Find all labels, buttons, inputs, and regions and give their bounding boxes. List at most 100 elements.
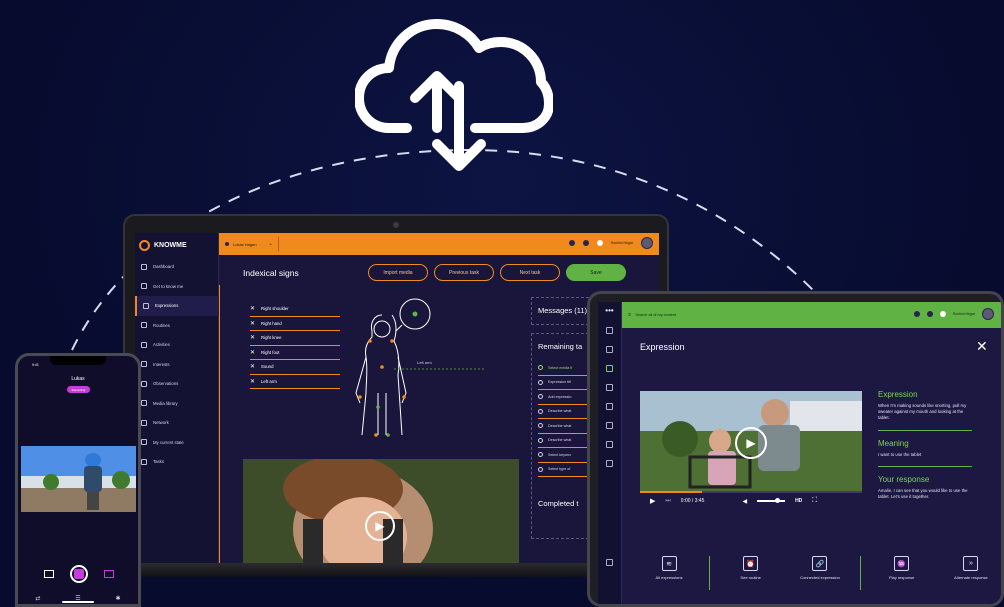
sign-row[interactable]: ✕ Left arm [250,375,340,389]
nav-item-routines[interactable]: Routines [135,316,219,336]
check-icon [538,423,543,429]
remove-icon[interactable]: ✕ [250,334,255,341]
import-media-button[interactable]: Import media [368,264,428,281]
search-icon[interactable]: ⌕ [628,312,631,319]
remove-icon[interactable]: ✕ [250,363,255,370]
chat-icon[interactable] [582,240,589,246]
volume-slider[interactable] [757,498,786,503]
sign-row[interactable]: ✕ Sound [250,360,340,375]
media-icon [141,400,147,407]
page-title: Indexical signs [243,268,299,278]
logo-ring-icon [139,239,150,251]
fullscreen-icon[interactable]: ⛶ [812,497,817,505]
nav-item-dashboard[interactable]: Dashboard [135,257,219,277]
alternate-response-button[interactable]: » Alternate response [942,556,1000,596]
top-user-name[interactable]: Roshini Hegar [611,241,633,245]
camera-icon[interactable] [606,559,613,566]
sign-row[interactable]: ✕ Right foot [250,346,340,360]
tablet-action-bar: ≋ All expressions ⏰ See routine 🔗 Connected… [640,556,1000,596]
tasks-icon[interactable] [606,460,613,467]
check-icon [538,466,543,472]
connected-expression-button[interactable]: 🔗 Connected expression [791,556,849,596]
interests-icon[interactable] [606,422,613,429]
divider [860,556,862,590]
knowme-logo[interactable]: KNOWME [139,237,219,253]
next-task-button[interactable]: Next task [500,264,560,281]
close-icon[interactable]: ✕ [976,338,988,355]
skip-next-icon[interactable]: ⏭ [665,498,670,505]
gallery-icon[interactable] [44,570,54,578]
remove-icon[interactable]: ✕ [250,349,255,356]
tab-media-icon[interactable]: ⇄ [35,595,40,602]
all-expressions-button[interactable]: ≋ All expressions [640,556,698,596]
notification-icon[interactable] [939,311,946,317]
search-input[interactable]: Search all of my content [635,313,676,317]
user-dropdown[interactable]: Lukas Hagen ⌄ [219,237,279,251]
save-button[interactable]: Save [566,264,626,281]
phone-time: 9:41 [32,363,39,367]
nav-item-expressions[interactable]: Expressions [135,296,219,316]
video-progress[interactable] [640,491,862,493]
play-response-button[interactable]: ♒ Play response [873,556,931,596]
laptop-nav: Dashboard Get to know me Expressions Rou… [135,257,219,472]
check-icon [538,452,543,458]
nav-item-tasks[interactable]: Tasks [135,452,219,472]
dashboard-icon[interactable] [606,327,613,334]
bike-icon [141,341,147,348]
document-icon[interactable] [606,441,613,448]
indexical-sign-list: ✕ Right shoulder ✕ Right hand ✕ Right knee … [250,302,340,389]
sign-row[interactable]: ✕ Right shoulder [250,302,340,317]
chevron-down-icon: ⌄ [268,241,273,247]
record-button[interactable] [70,565,88,583]
nav-item-activities[interactable]: Activities [135,335,219,355]
nav-item-observations[interactable]: Observations [135,374,219,394]
video-controls: ▶ ⏭ 0:00 / 3:45 ◀ HD ⛶ [640,491,862,511]
nav-item-media-library[interactable]: Media library [135,394,219,414]
remove-icon[interactable]: ✕ [250,378,255,385]
clock-icon[interactable] [606,384,613,391]
tablet-sidebar: ••• [598,302,622,604]
expression-details: Expression When I'm making sounds like s… [878,390,972,500]
sign-row[interactable]: ✕ Right knee [250,331,340,346]
help-icon[interactable] [568,240,575,246]
previous-task-button[interactable]: Previous task [434,264,494,281]
video-icon[interactable] [104,570,114,578]
laptop-video[interactable]: ▶ [243,459,519,563]
volume-icon[interactable]: ◀ [742,498,747,505]
sign-row[interactable]: ✕ Right hand [250,317,340,331]
see-routine-button[interactable]: ⏰ See routine [722,556,780,596]
play-icon[interactable]: ▶ [735,427,767,459]
remove-icon[interactable]: ✕ [250,320,255,327]
top-user-name[interactable]: Roshini Hegar [953,312,975,316]
response-text: Amalie, I can see that you would like to… [878,487,968,500]
chat-icon[interactable] [926,311,933,317]
volume-slider-thumb[interactable] [775,498,781,503]
notification-icon[interactable] [596,240,603,246]
nav-item-network[interactable]: Network [135,413,219,433]
remove-icon[interactable]: ✕ [250,305,255,312]
interests-icon [141,361,147,368]
nav-item-get-to-know-me[interactable]: Get to know me [135,277,219,297]
avatar[interactable] [982,308,994,320]
play-button[interactable]: ▶ [650,497,655,505]
expressions-icon[interactable] [606,365,613,372]
tab-settings-icon[interactable]: ✱ [116,595,121,602]
body-figure[interactable] [350,297,490,445]
menu-dots-icon[interactable]: ••• [598,306,621,315]
quality-button[interactable]: HD [795,498,802,504]
person-icon[interactable] [606,346,613,353]
laptop-sidebar: KNOWME Dashboard Get to know me Expressi… [135,233,219,563]
laptop-topbar: Lukas Hagen ⌄ Roshini Hegar [219,233,659,255]
phone-tabbar: ⇄ ☰ ✱ [18,588,138,604]
help-icon[interactable] [913,311,920,317]
bike-icon[interactable] [606,403,613,410]
phone-photo[interactable] [21,446,136,512]
avatar[interactable] [641,237,653,249]
meaning-heading: Meaning [878,438,909,448]
laptop-screen: KNOWME Dashboard Get to know me Expressi… [135,233,659,563]
nav-item-my-current-state[interactable]: My current state [135,433,219,453]
double-chevron-right-icon: » [963,556,979,571]
nav-item-interests[interactable]: Interests [135,355,219,375]
tablet-screen: ••• ⌕ Search all of my content Roshini H… [598,302,1001,604]
play-icon[interactable]: ▶ [365,511,395,541]
